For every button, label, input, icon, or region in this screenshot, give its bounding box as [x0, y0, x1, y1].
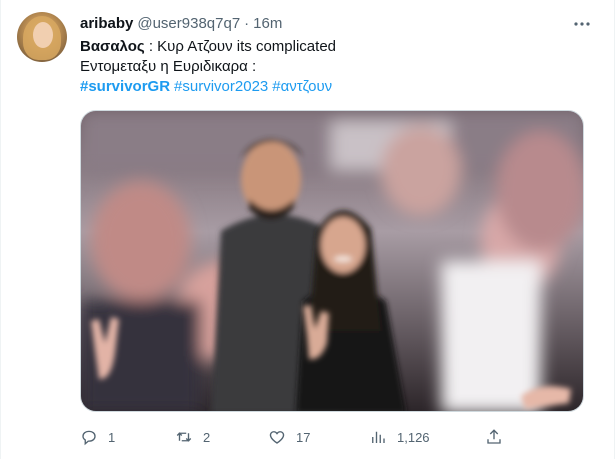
- hashtag-link[interactable]: #survivor2023: [174, 78, 268, 95]
- views-count: 1,126: [397, 429, 430, 445]
- heart-icon: [269, 431, 285, 444]
- tweet-line-1-rest: : Κυρ Ατζουν its complicated: [144, 38, 337, 55]
- more-dots-icon[interactable]: [572, 16, 592, 32]
- reply-icon: [82, 430, 96, 446]
- retweet-icon: [176, 432, 192, 442]
- photo-illustration: [81, 111, 583, 411]
- retweet-button[interactable]: 2: [175, 428, 210, 446]
- like-button[interactable]: 17: [268, 428, 310, 446]
- views-button[interactable]: 1,126: [369, 428, 430, 446]
- hashtag-link[interactable]: #αντζουν: [272, 78, 332, 95]
- action-bar: 1 2 17 1,126: [80, 427, 510, 447]
- share-icon: [487, 429, 501, 444]
- reply-count: 1: [108, 429, 116, 445]
- separator-dot: ·: [244, 15, 250, 32]
- reply-button[interactable]: 1: [80, 428, 115, 446]
- timestamp[interactable]: 16m: [253, 15, 282, 32]
- hashtag-link[interactable]: #survivorGR: [80, 78, 170, 95]
- tweet-card[interactable]: aribaby @user938q7q7 · 16m Βασαλος : Κυρ…: [0, 0, 615, 459]
- retweet-count: 2: [203, 429, 211, 445]
- like-count: 17: [296, 429, 311, 445]
- tweet-line-1-bold: Βασαλος: [80, 38, 145, 55]
- display-name[interactable]: aribaby: [80, 15, 133, 32]
- share-button[interactable]: [485, 428, 503, 446]
- tweet-header: aribaby @user938q7q7 · 16m: [80, 15, 282, 35]
- tweet-text: Βασαλος : Κυρ Ατζουν its complicated Εντ…: [80, 37, 600, 97]
- tweet-line-2: Εντομεταξυ η Ευριδικαρα :: [80, 58, 257, 75]
- tweet-line-1: Βασαλος : Κυρ Ατζουν its complicated: [80, 37, 600, 57]
- avatar-face: [33, 22, 53, 48]
- avatar[interactable]: [17, 12, 67, 62]
- tweet-photo[interactable]: [80, 110, 584, 412]
- views-bar-chart-icon: [372, 431, 385, 443]
- hashtag-line: #survivorGR #survivor2023 #αντζουν: [80, 77, 600, 97]
- user-handle[interactable]: @user938q7q7: [137, 15, 240, 32]
